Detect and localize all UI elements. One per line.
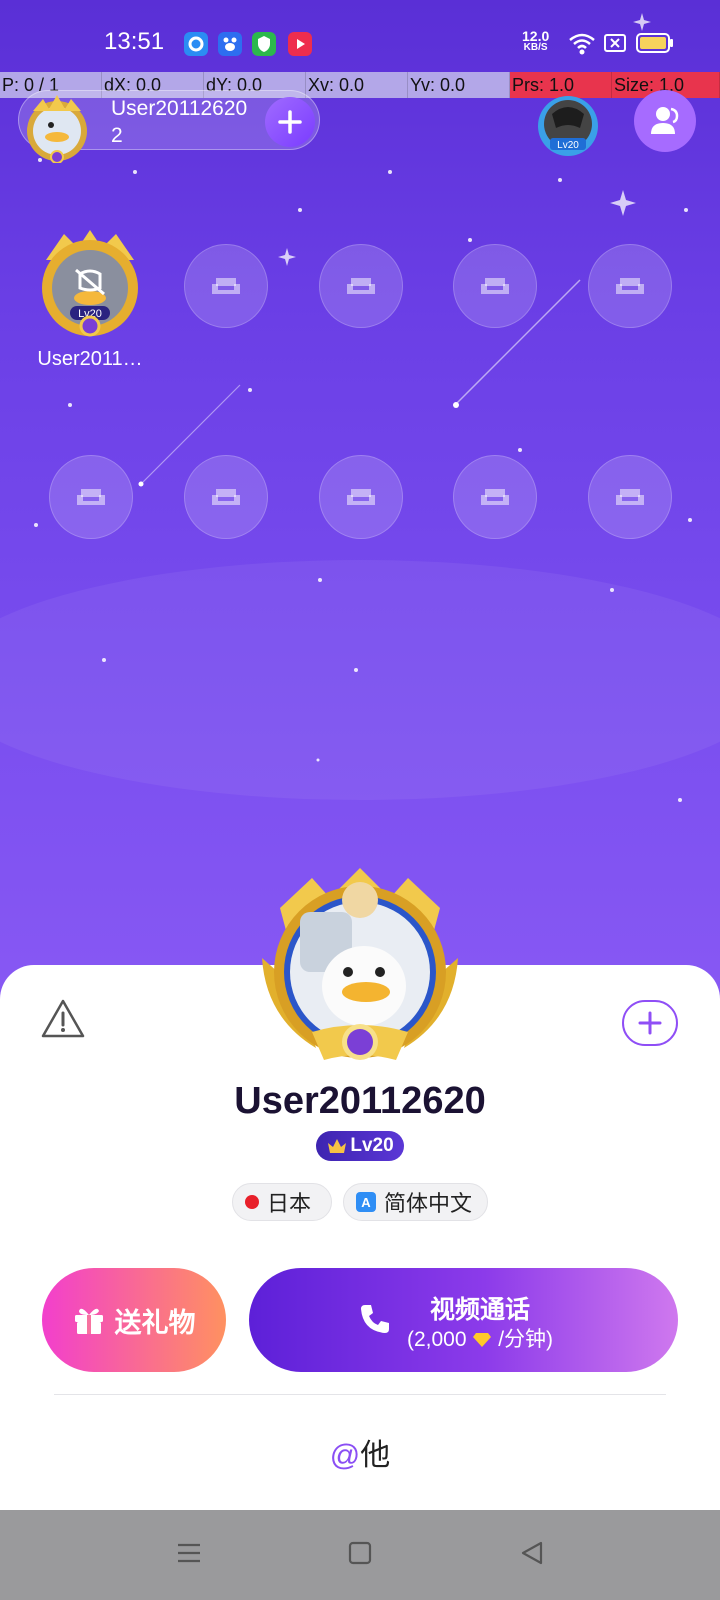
users-icon — [651, 107, 679, 134]
mention-text: 他 — [360, 1439, 391, 1472]
seat-10-empty[interactable] — [588, 455, 672, 539]
warning-icon[interactable] — [40, 998, 86, 1040]
plus-icon — [638, 1011, 662, 1035]
phone-icon — [361, 1305, 389, 1333]
debug-yv: Yv: 0.0 — [408, 72, 510, 98]
top-contributor-level: Lv20 — [557, 140, 579, 151]
diamond-icon — [473, 1333, 492, 1347]
app-blue-circle-icon — [184, 32, 208, 56]
plus-icon — [278, 110, 302, 134]
net-speed-unit: KB/S — [523, 42, 548, 53]
status-bar: 13:51 12.0 KB/S — [0, 0, 720, 72]
seat-1-occupied[interactable]: Lv20 — [30, 230, 150, 340]
system-nav-bar — [0, 1510, 720, 1600]
back-icon[interactable] — [520, 1540, 544, 1566]
send-gift-button[interactable]: 送礼物 — [42, 1268, 226, 1372]
baidu-icon — [218, 32, 242, 56]
language-icon: A — [356, 1192, 376, 1212]
sim-x-icon — [604, 34, 626, 52]
seat-4-empty[interactable] — [453, 244, 537, 328]
sofa-icon — [212, 278, 240, 294]
seat-1-avatar[interactable]: Lv20 — [30, 230, 150, 340]
green-shield-app-icon — [252, 32, 276, 56]
sofa-icon — [616, 489, 644, 505]
japan-flag-icon — [245, 1195, 259, 1209]
sofa-icon — [347, 489, 375, 505]
crown-icon — [328, 1139, 347, 1153]
owner-name: User20112620 2 — [111, 97, 248, 147]
mention-at: @ — [329, 1439, 361, 1472]
net-speed: 12.0 KB/S — [522, 29, 549, 54]
country-tag: 日本 — [232, 1183, 332, 1221]
seat-8-empty[interactable] — [319, 455, 403, 539]
follow-button[interactable] — [265, 97, 315, 147]
language-tag: A 简体中文 — [343, 1183, 488, 1221]
divider — [54, 1394, 666, 1395]
profile-name: User20112620 — [234, 1080, 486, 1122]
video-call-price-unit: /分钟) — [498, 1328, 554, 1351]
video-call-price: (2,000 /分钟) — [395, 1323, 565, 1353]
language-label: 简体中文 — [384, 1191, 473, 1216]
seat-6-empty[interactable] — [49, 455, 133, 539]
room-owner-header[interactable]: User20112620 2 — [18, 90, 320, 163]
top-contributor-avatar[interactable]: Lv20 — [526, 94, 610, 162]
video-call-price-amount: (2,000 — [406, 1328, 467, 1351]
sofa-icon — [77, 489, 105, 505]
level-badge-text: Lv20 — [350, 1135, 394, 1156]
country-label: 日本 — [267, 1191, 312, 1216]
menu-icon[interactable] — [176, 1540, 202, 1566]
sofa-icon — [616, 278, 644, 294]
profile-avatar[interactable] — [256, 868, 464, 1068]
battery-icon — [636, 33, 673, 53]
sofa-icon — [481, 278, 509, 294]
seat-1-label: User2011… — [37, 348, 143, 370]
mention-button[interactable]: @他 — [0, 1430, 720, 1474]
sofa-icon — [212, 489, 240, 505]
sofa-icon — [347, 278, 375, 294]
send-gift-label: 送礼物 — [114, 1307, 196, 1338]
sofa-icon — [481, 489, 509, 505]
video-call-title: 视频通话 — [429, 1296, 530, 1324]
status-time: 13:51 — [104, 28, 165, 55]
wifi-icon — [569, 33, 595, 55]
video-call-button[interactable]: 视频通话 (2,000 /分钟) — [249, 1268, 678, 1372]
debug-xv: Xv: 0.0 — [306, 72, 408, 98]
seat-5-empty[interactable] — [588, 244, 672, 328]
seat-3-empty[interactable] — [319, 244, 403, 328]
home-icon[interactable] — [348, 1540, 372, 1566]
owner-avatar[interactable] — [19, 91, 101, 163]
profile-follow-button[interactable] — [622, 1000, 678, 1046]
gift-icon — [74, 1308, 103, 1334]
level-badge: Lv20 — [316, 1131, 404, 1161]
seat-2-empty[interactable] — [184, 244, 268, 328]
seat-9-empty[interactable] — [453, 455, 537, 539]
seat-7-empty[interactable] — [184, 455, 268, 539]
youtube-icon — [288, 32, 312, 56]
members-button[interactable] — [634, 90, 696, 152]
